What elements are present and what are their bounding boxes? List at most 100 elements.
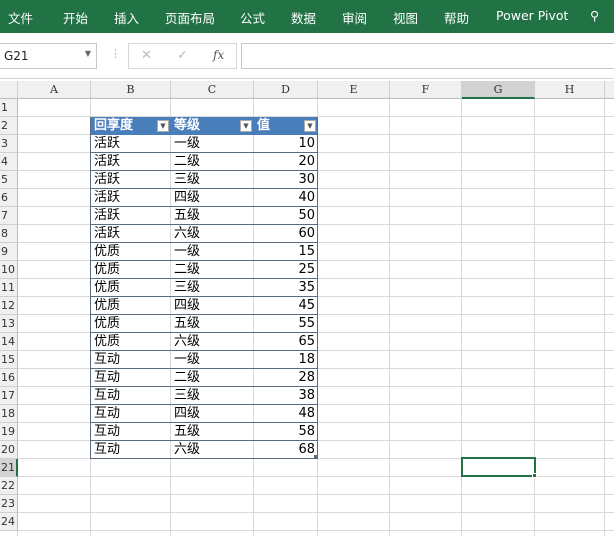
row-header-14[interactable]: 14 — [0, 333, 18, 351]
table-cell[interactable]: 38 — [254, 387, 318, 405]
row-header-10[interactable]: 10 — [0, 261, 18, 279]
table-cell[interactable]: 三级 — [171, 279, 254, 297]
column-header-G[interactable]: G — [462, 81, 535, 99]
table-cell[interactable]: 互动 — [91, 369, 171, 387]
insert-function-icon[interactable]: fx — [213, 48, 224, 62]
row-header-16[interactable]: 16 — [0, 369, 18, 387]
tab-4[interactable]: 公式 — [240, 8, 265, 27]
tab-6[interactable]: 审阅 — [342, 8, 367, 27]
table-cell[interactable]: 六级 — [171, 225, 254, 243]
table-cell[interactable]: 五级 — [171, 315, 254, 333]
row-header-23[interactable]: 23 — [0, 495, 18, 513]
table-cell[interactable]: 68 — [254, 441, 318, 459]
enter-icon[interactable]: ✓ — [177, 48, 188, 63]
tab-1[interactable]: 开始 — [63, 8, 88, 27]
tab-2[interactable]: 插入 — [114, 8, 139, 27]
table-cell[interactable]: 二级 — [171, 261, 254, 279]
table-cell[interactable]: 优质 — [91, 261, 171, 279]
column-header-D[interactable]: D — [254, 81, 318, 99]
table-cell[interactable]: 活跃 — [91, 171, 171, 189]
table-cell[interactable]: 优质 — [91, 315, 171, 333]
row-header-9[interactable]: 9 — [0, 243, 18, 261]
table-cell[interactable]: 互动 — [91, 351, 171, 369]
table-resize-handle[interactable] — [314, 455, 318, 459]
row-header-1[interactable]: 1 — [0, 99, 18, 117]
table-cell[interactable]: 30 — [254, 171, 318, 189]
select-all-button[interactable] — [0, 81, 18, 99]
row-header-21[interactable]: 21 — [0, 459, 18, 477]
column-header-F[interactable]: F — [390, 81, 462, 99]
table-cell[interactable]: 一级 — [171, 135, 254, 153]
filter-dropdown-icon[interactable]: ▼ — [157, 120, 169, 132]
table-cell[interactable]: 六级 — [171, 441, 254, 459]
row-header-24[interactable]: 24 — [0, 513, 18, 531]
row-header-7[interactable]: 7 — [0, 207, 18, 225]
row-header-12[interactable]: 12 — [0, 297, 18, 315]
row-header-6[interactable]: 6 — [0, 189, 18, 207]
row-header-11[interactable]: 11 — [0, 279, 18, 297]
filter-dropdown-icon[interactable]: ▼ — [240, 120, 252, 132]
row-header-18[interactable]: 18 — [0, 405, 18, 423]
row-header-2[interactable]: 2 — [0, 117, 18, 135]
table-cell[interactable]: 25 — [254, 261, 318, 279]
selected-cell-G21[interactable] — [461, 457, 536, 477]
table-cell[interactable]: 活跃 — [91, 189, 171, 207]
table-cell[interactable]: 六级 — [171, 333, 254, 351]
column-header-B[interactable]: B — [91, 81, 171, 99]
row-header-8[interactable]: 8 — [0, 225, 18, 243]
table-cell[interactable]: 28 — [254, 369, 318, 387]
table-cell[interactable]: 互动 — [91, 387, 171, 405]
table-cell[interactable]: 48 — [254, 405, 318, 423]
table-cell[interactable]: 15 — [254, 243, 318, 261]
row-header-17[interactable]: 17 — [0, 387, 18, 405]
table-cell[interactable]: 互动 — [91, 441, 171, 459]
formula-input[interactable] — [241, 43, 614, 69]
tab-7[interactable]: 视图 — [393, 8, 418, 27]
row-header-20[interactable]: 20 — [0, 441, 18, 459]
row-header-22[interactable]: 22 — [0, 477, 18, 495]
tab-8[interactable]: 帮助 — [444, 8, 469, 27]
table-cell[interactable]: 20 — [254, 153, 318, 171]
table-cell[interactable]: 四级 — [171, 405, 254, 423]
table-cell[interactable]: 活跃 — [91, 207, 171, 225]
table-cell[interactable]: 互动 — [91, 405, 171, 423]
drag-handle-icon[interactable]: ⋮ — [110, 47, 121, 60]
table-cell[interactable]: 45 — [254, 297, 318, 315]
search-icon[interactable]: ⚲ — [590, 8, 599, 23]
table-cell[interactable]: 二级 — [171, 369, 254, 387]
row-header-4[interactable]: 4 — [0, 153, 18, 171]
table-cell[interactable]: 四级 — [171, 297, 254, 315]
table-cell[interactable]: 二级 — [171, 153, 254, 171]
row-header-5[interactable]: 5 — [0, 171, 18, 189]
table-cell[interactable]: 活跃 — [91, 225, 171, 243]
column-header-C[interactable]: C — [171, 81, 254, 99]
table-cell[interactable]: 10 — [254, 135, 318, 153]
table-cell[interactable]: 50 — [254, 207, 318, 225]
chevron-down-icon[interactable]: ▼ — [85, 49, 91, 58]
table-cell[interactable]: 35 — [254, 279, 318, 297]
tab-0[interactable]: 文件 — [8, 8, 33, 27]
tab-3[interactable]: 页面布局 — [165, 8, 215, 27]
table-cell[interactable]: 60 — [254, 225, 318, 243]
table-cell[interactable]: 65 — [254, 333, 318, 351]
table-cell[interactable]: 活跃 — [91, 135, 171, 153]
tab-9[interactable]: Power Pivot — [496, 8, 568, 23]
row-header-19[interactable]: 19 — [0, 423, 18, 441]
table-cell[interactable]: 三级 — [171, 171, 254, 189]
table-cell[interactable]: 18 — [254, 351, 318, 369]
table-cell[interactable]: 优质 — [91, 243, 171, 261]
name-box[interactable]: G21 ▼ — [0, 43, 97, 69]
column-header[interactable] — [605, 81, 614, 99]
table-cell[interactable]: 一级 — [171, 243, 254, 261]
column-header-A[interactable]: A — [18, 81, 91, 99]
table-cell[interactable]: 55 — [254, 315, 318, 333]
table-cell[interactable]: 活跃 — [91, 153, 171, 171]
row-header-13[interactable]: 13 — [0, 315, 18, 333]
table-cell[interactable]: 一级 — [171, 351, 254, 369]
column-header-H[interactable]: H — [535, 81, 605, 99]
column-header-E[interactable]: E — [318, 81, 390, 99]
table-cell[interactable]: 58 — [254, 423, 318, 441]
row-header-3[interactable]: 3 — [0, 135, 18, 153]
table-cell[interactable]: 优质 — [91, 333, 171, 351]
table-cell[interactable]: 四级 — [171, 189, 254, 207]
